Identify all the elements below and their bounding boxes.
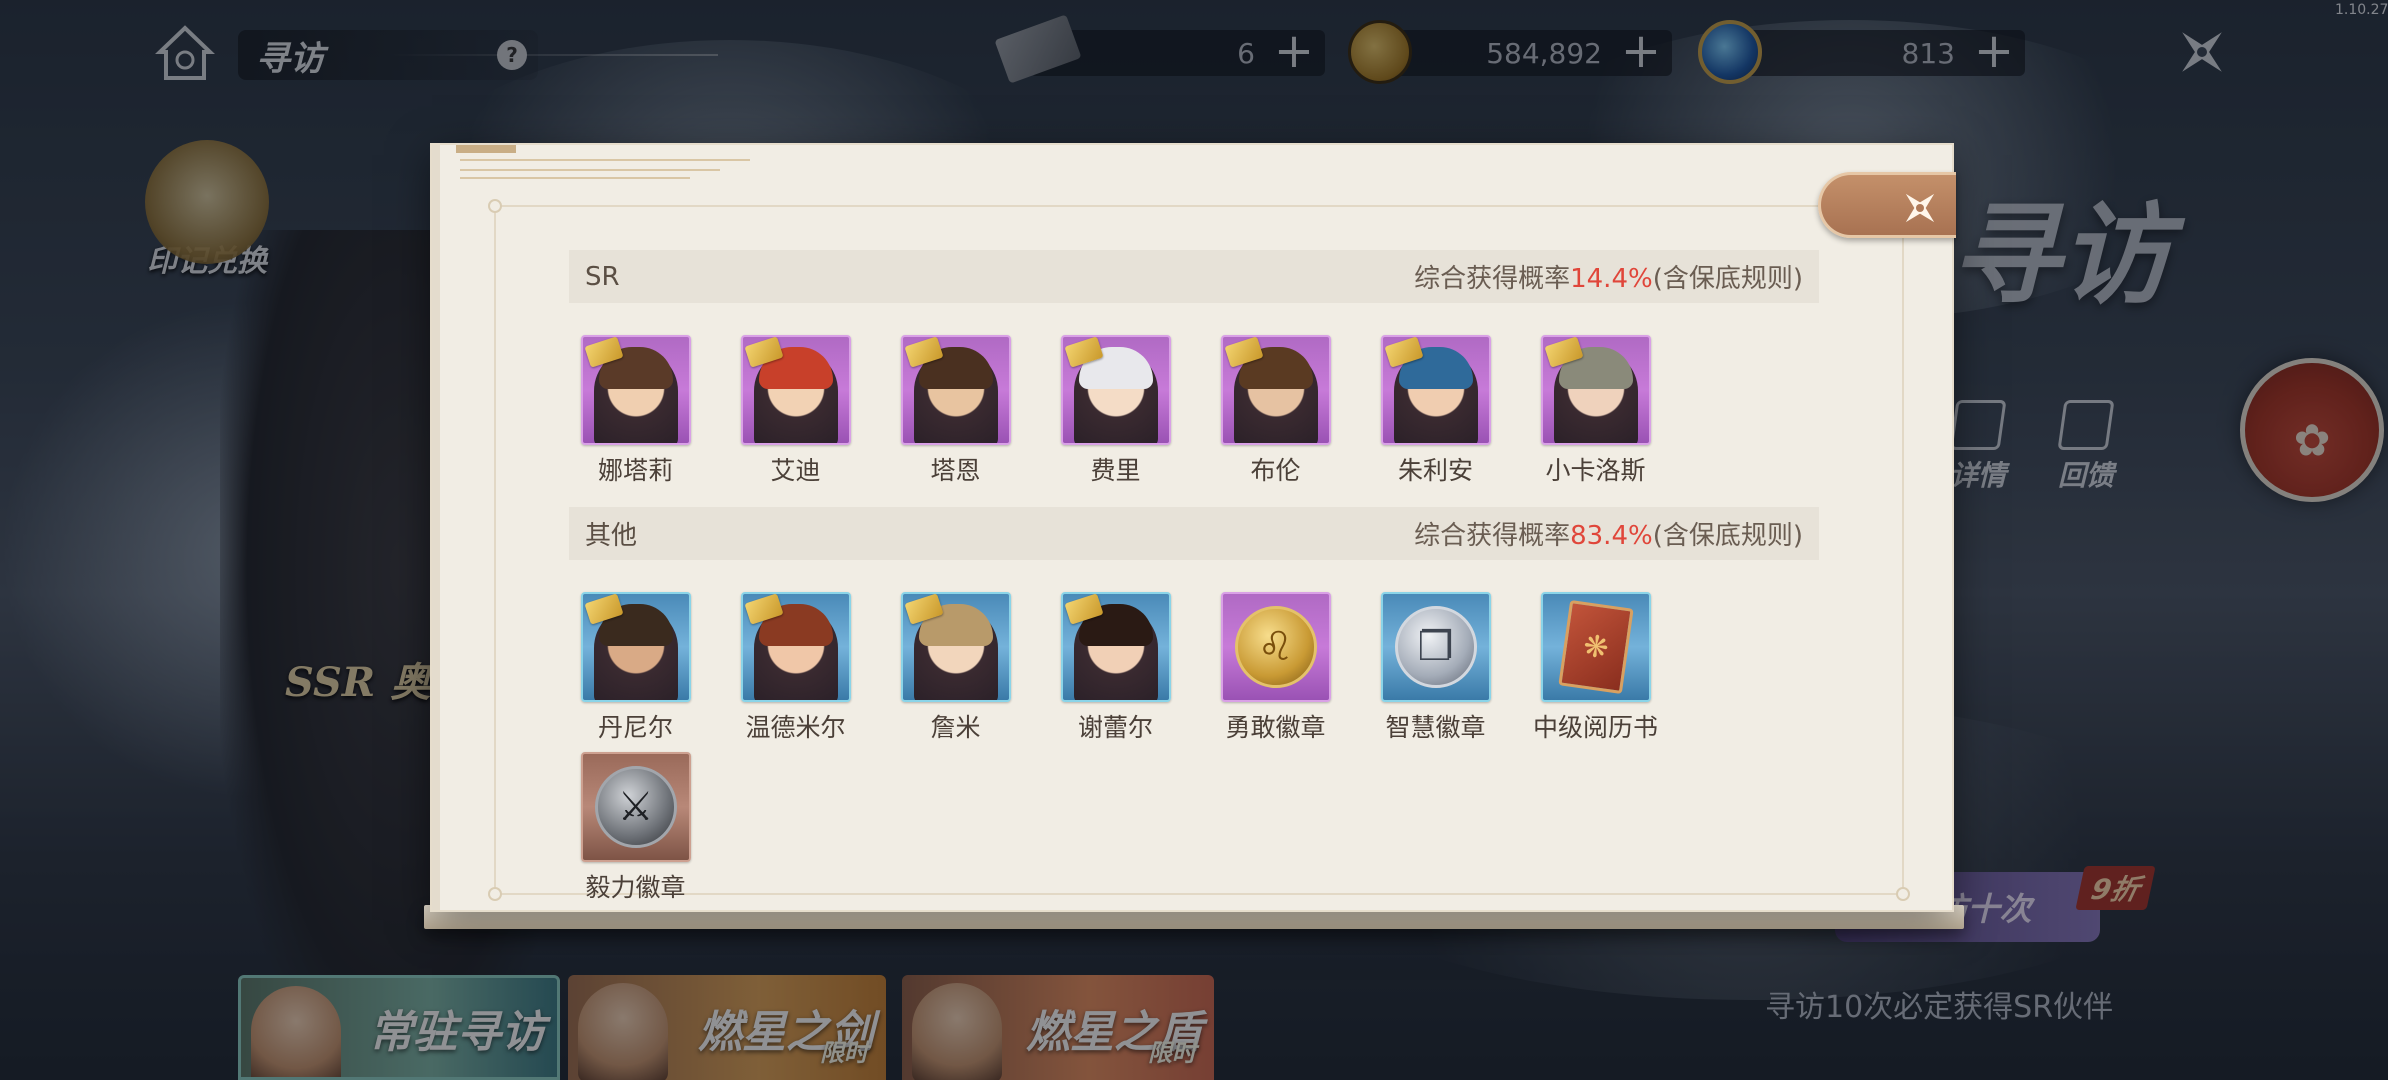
item-name: 塔恩 bbox=[930, 456, 981, 485]
close-icon bbox=[1905, 193, 1935, 223]
section-rate: 综合获得概率83.4%(含保底规则) bbox=[1414, 521, 1803, 551]
item-icon: ⚔ bbox=[580, 752, 691, 862]
section-tier-label: 其他 bbox=[585, 521, 638, 551]
reward-item[interactable]: 艾迪 bbox=[738, 335, 853, 487]
section-header-sr: SR 综合获得概率14.4%(含保底规则) bbox=[569, 250, 1819, 303]
reward-item[interactable]: 朱利安 bbox=[1378, 335, 1493, 487]
section-tier-label: SR bbox=[585, 261, 620, 292]
section-rate: 综合获得概率14.4%(含保底规则) bbox=[1414, 264, 1803, 294]
lion-badge-icon: ♌ bbox=[1234, 606, 1317, 688]
reward-item[interactable]: ❐ 智慧徽章 bbox=[1378, 592, 1493, 744]
character-portrait bbox=[580, 335, 691, 445]
character-portrait bbox=[740, 592, 851, 702]
reward-item[interactable]: 丹尼尔 bbox=[578, 592, 693, 744]
item-name: 温德米尔 bbox=[745, 713, 846, 742]
item-name: 丹尼尔 bbox=[597, 713, 673, 742]
reward-item[interactable]: 费里 bbox=[1058, 335, 1173, 487]
item-icon: ♌ bbox=[1220, 592, 1331, 702]
item-name: 智慧徽章 bbox=[1385, 713, 1486, 742]
item-name: 谢蕾尔 bbox=[1077, 713, 1153, 742]
reward-item[interactable]: 娜塔莉 bbox=[578, 335, 693, 487]
character-portrait bbox=[1220, 335, 1331, 445]
item-name: 詹米 bbox=[930, 713, 981, 742]
item-icon: ❐ bbox=[1380, 592, 1491, 702]
character-portrait bbox=[580, 592, 691, 702]
item-name: 小卡洛斯 bbox=[1545, 456, 1646, 485]
character-portrait bbox=[1060, 335, 1171, 445]
reward-item[interactable]: 詹米 bbox=[898, 592, 1013, 744]
character-portrait bbox=[1380, 335, 1491, 445]
reward-item[interactable]: ♌ 勇敢徽章 bbox=[1218, 592, 1333, 744]
item-name: 朱利安 bbox=[1397, 456, 1473, 485]
item-name: 费里 bbox=[1090, 456, 1141, 485]
book-badge-icon: ❐ bbox=[1394, 606, 1477, 688]
close-button[interactable] bbox=[1818, 172, 1956, 238]
reward-item[interactable]: 小卡洛斯 bbox=[1538, 335, 1653, 487]
reward-item[interactable]: 谢蕾尔 bbox=[1058, 592, 1173, 744]
item-name: 娜塔莉 bbox=[597, 456, 673, 485]
sword-badge-icon: ⚔ bbox=[594, 766, 677, 848]
character-portrait bbox=[900, 592, 1011, 702]
character-portrait bbox=[900, 335, 1011, 445]
item-name: 勇敢徽章 bbox=[1225, 713, 1326, 742]
character-portrait bbox=[1060, 592, 1171, 702]
reward-item[interactable]: 温德米尔 bbox=[738, 592, 853, 744]
item-name: 艾迪 bbox=[770, 456, 821, 485]
item-icon: ❋ bbox=[1540, 592, 1651, 702]
section-header-others: 其他 综合获得概率83.4%(含保底规则) bbox=[569, 507, 1819, 560]
character-portrait bbox=[1540, 335, 1651, 445]
item-name: 毅力徽章 bbox=[585, 873, 686, 902]
experience-book-icon: ❋ bbox=[1557, 599, 1634, 695]
reward-item[interactable]: 塔恩 bbox=[898, 335, 1013, 487]
reward-item[interactable]: 布伦 bbox=[1218, 335, 1333, 487]
character-portrait bbox=[740, 335, 851, 445]
reward-item[interactable]: ⚔ 毅力徽章 bbox=[578, 752, 693, 904]
reward-item[interactable]: ❋ 中级阅历书 bbox=[1533, 592, 1658, 744]
item-name: 中级阅历书 bbox=[1533, 713, 1659, 742]
item-name: 布伦 bbox=[1250, 456, 1301, 485]
